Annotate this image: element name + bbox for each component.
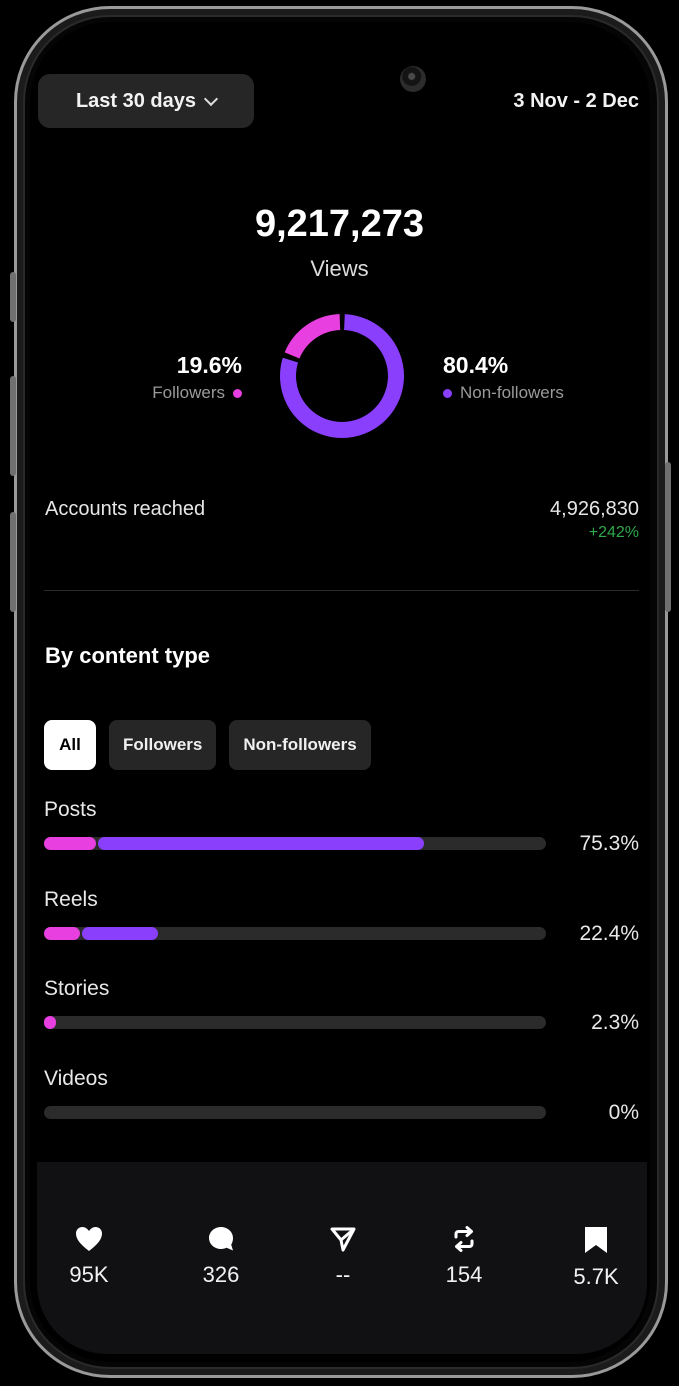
phone-volume-down — [10, 512, 16, 612]
filter-non-followers[interactable]: Non-followers — [229, 720, 371, 770]
divider — [44, 590, 639, 591]
date-range-dropdown-label: Last 30 days — [75, 89, 197, 112]
content-type-title: By content type — [45, 643, 211, 668]
phone-volume-up — [10, 376, 16, 476]
bookmark-icon — [585, 1227, 607, 1253]
content-row-track — [44, 1106, 546, 1119]
non-followers-percent: 80.4% — [443, 352, 509, 378]
content-row-percent: 0% — [608, 1101, 639, 1124]
bar-segment-followers — [44, 837, 97, 850]
views-count: 9,217,273 — [254, 203, 425, 245]
followers-label: Followers — [152, 383, 225, 402]
followers-dot — [233, 388, 242, 398]
non-followers-dot — [443, 388, 452, 398]
accounts-reached-value: 4,926,830 — [550, 498, 639, 520]
content-row-percent: 2.3% — [591, 1011, 639, 1034]
content-row-stories: Stories 2.3% — [44, 977, 639, 1034]
content-row-label: Stories — [44, 977, 110, 1000]
followers-share: 19.6% Followers — [152, 352, 242, 403]
content-row-track — [44, 1016, 546, 1029]
content-row-track — [44, 927, 546, 940]
followers-percent: 19.6% — [176, 352, 242, 378]
content-row-posts: Posts 75.3% — [44, 798, 639, 855]
content-row-label: Reels — [44, 888, 98, 911]
accounts-reached-label: Accounts reached — [45, 498, 206, 520]
non-followers-legend: Non-followers — [443, 383, 564, 403]
content-row-percent: 75.3% — [579, 832, 639, 855]
bar-segment-followers — [44, 1016, 56, 1029]
views-label: Views — [310, 256, 369, 281]
stat-value: -- — [335, 1262, 351, 1287]
stat-value: 5.7K — [573, 1264, 619, 1289]
followers-legend: Followers — [152, 383, 242, 403]
chevron-down-icon — [203, 91, 219, 106]
bar-segment-non-followers — [98, 837, 424, 850]
share-icon — [330, 1227, 356, 1252]
date-range-text: 3 Nov - 2 Dec — [513, 90, 639, 112]
bar-segment-non-followers — [82, 927, 159, 940]
content-row-percent: 22.4% — [579, 922, 639, 945]
content-row-track — [44, 837, 546, 850]
content-row-label: Videos — [44, 1067, 108, 1090]
audience-donut-chart — [280, 314, 404, 438]
content-row-label: Posts — [44, 798, 97, 821]
stat-saves[interactable]: 5.7K — [551, 1226, 641, 1290]
filter-all[interactable]: All — [44, 720, 96, 770]
stat-value: 154 — [445, 1262, 483, 1287]
date-range-dropdown[interactable]: Last 30 days — [38, 74, 254, 128]
heart-icon — [76, 1227, 102, 1251]
phone-power-button — [665, 462, 671, 612]
stat-shares[interactable]: -- — [298, 1226, 388, 1288]
comment-icon — [209, 1227, 233, 1251]
filter-followers[interactable]: Followers — [109, 720, 217, 770]
repost-icon — [454, 1226, 474, 1252]
non-followers-label: Non-followers — [460, 383, 564, 402]
bar-segment-followers — [44, 927, 81, 940]
front-camera — [400, 66, 426, 92]
stat-value: 326 — [202, 1262, 240, 1287]
stat-reposts[interactable]: 154 — [419, 1226, 509, 1288]
stat-comments[interactable]: 326 — [176, 1226, 266, 1288]
stat-value: 95K — [69, 1262, 109, 1287]
accounts-reached-change: +242% — [588, 524, 639, 541]
content-type-filters: All Followers Non-followers — [44, 720, 371, 770]
stat-likes[interactable]: 95K — [44, 1226, 134, 1288]
content-row-videos: Videos 0% — [44, 1067, 639, 1124]
content-row-reels: Reels 22.4% — [44, 888, 639, 945]
non-followers-share: 80.4% Non-followers — [443, 352, 564, 403]
